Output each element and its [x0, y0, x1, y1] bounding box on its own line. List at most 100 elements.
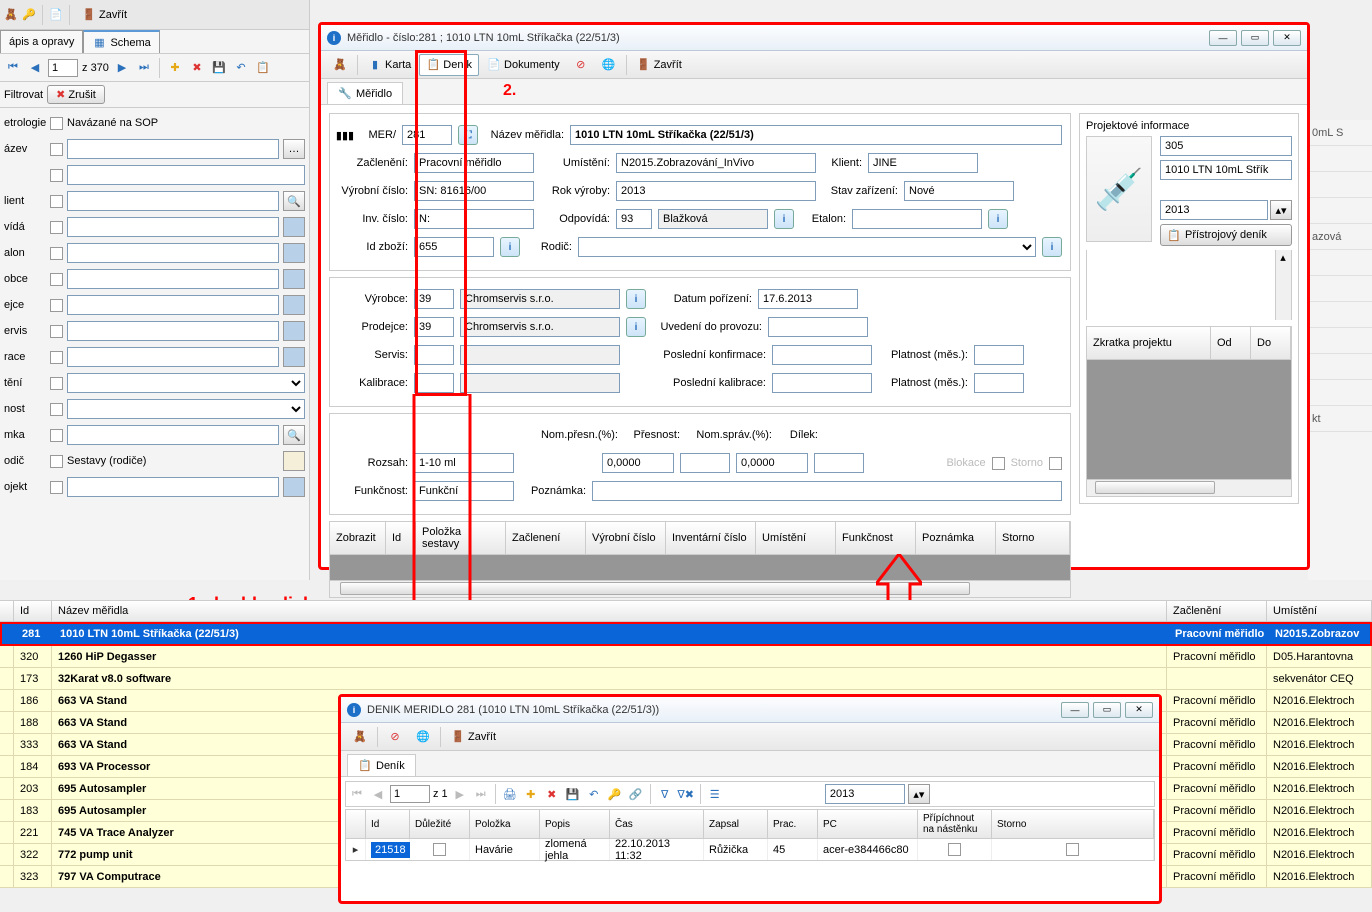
parent-select[interactable]: [578, 237, 1036, 257]
chk-calib[interactable]: [50, 351, 63, 364]
nav-prev-icon[interactable]: ◀: [26, 59, 44, 77]
chk-mfr[interactable]: [50, 273, 63, 286]
valid2-input[interactable]: [974, 373, 1024, 393]
state-input[interactable]: [904, 181, 1014, 201]
input-client[interactable]: [67, 191, 279, 211]
add-icon[interactable]: ✚: [522, 785, 540, 803]
key-icon[interactable]: 🔑: [606, 785, 624, 803]
save-icon[interactable]: 💾: [210, 59, 228, 77]
parent-info-button[interactable]: i: [1042, 237, 1062, 257]
col-cas[interactable]: Čas: [610, 810, 704, 838]
col-do[interactable]: Do: [1251, 327, 1291, 359]
close-button[interactable]: 🚪Zavřít: [631, 55, 688, 75]
col-zobrazit[interactable]: Zobrazit: [330, 522, 386, 554]
col-funkc[interactable]: Funkčnost: [836, 522, 916, 554]
close-button[interactable]: 🚪 Zavřít: [76, 5, 133, 25]
nav-last-icon[interactable]: ⏭: [472, 785, 490, 803]
cancel-filter-button[interactable]: ✖Zrušit: [47, 85, 105, 104]
part-input[interactable]: [814, 453, 864, 473]
denik-grid-row[interactable]: ▸ 21518 Havárie zlomená jehla 22.10.2013…: [345, 839, 1155, 861]
browse-note-button[interactable]: 🔍: [283, 425, 305, 445]
del-button[interactable]: ⊘: [382, 727, 408, 747]
client-input[interactable]: [868, 153, 978, 173]
subtab-meridlo[interactable]: 🔧Měřidlo: [327, 82, 403, 104]
seller-id-input[interactable]: [414, 317, 454, 337]
chk-etalon[interactable]: [50, 247, 63, 260]
table-row[interactable]: 17332Karat v8.0 softwaresekvenátor CEQ: [0, 668, 1372, 690]
input-seller[interactable]: [67, 295, 279, 315]
chk-service[interactable]: [50, 325, 63, 338]
meridlo-titlebar[interactable]: i Měřidlo - číslo:281 ; 1010 LTN 10mL St…: [321, 25, 1307, 51]
minimize-button[interactable]: —: [1209, 30, 1237, 46]
input-project[interactable]: [67, 477, 279, 497]
col-pozn[interactable]: Poznámka: [916, 522, 996, 554]
expand-button[interactable]: ⛶: [458, 125, 478, 145]
chk-func[interactable]: [50, 403, 63, 416]
mfr-info-button[interactable]: i: [626, 289, 646, 309]
chk-navsop[interactable]: [50, 117, 63, 130]
denik-tab[interactable]: 📋Deník: [419, 54, 479, 76]
etalon-info-button[interactable]: i: [988, 209, 1008, 229]
denik-titlebar[interactable]: i DENIK MERIDLO 281 (1010 LTN 10mL Střík…: [341, 697, 1159, 723]
col-zacl[interactable]: Začlenení: [506, 522, 586, 554]
vscrollbar[interactable]: ▴: [1275, 250, 1291, 320]
table-row[interactable]: 2811010 LTN 10mL Stříkačka (22/51/3)Prac…: [0, 622, 1372, 646]
copy-icon[interactable]: 📋: [254, 59, 272, 77]
cell-storno[interactable]: [992, 839, 1154, 860]
nav-first-icon[interactable]: ⏮: [348, 785, 366, 803]
filter-icon[interactable]: ∇: [656, 785, 674, 803]
col-pin[interactable]: Přípíchnout na nástěnku: [918, 810, 992, 838]
seller-info-button[interactable]: i: [626, 317, 646, 337]
nav-page-input[interactable]: [48, 59, 78, 77]
globe-button[interactable]: 🌐: [596, 55, 622, 75]
undo-icon[interactable]: ↶: [232, 59, 250, 77]
nav-first-icon[interactable]: ⏮: [4, 59, 22, 77]
block-checkbox[interactable]: [992, 457, 1005, 470]
col-vyrcislo[interactable]: Výrobní číslo: [586, 522, 666, 554]
year-spinner[interactable]: ▴▾: [1270, 200, 1292, 220]
list-icon[interactable]: ☰: [706, 785, 724, 803]
nav-next-icon[interactable]: ▶: [451, 785, 469, 803]
service-id-input[interactable]: [414, 345, 454, 365]
mer-input[interactable]: [402, 125, 452, 145]
print-icon[interactable]: 🖨: [501, 785, 519, 803]
chk-project[interactable]: [50, 481, 63, 494]
calib-id-input[interactable]: [414, 373, 454, 393]
maximize-button[interactable]: ▭: [1241, 30, 1269, 46]
bear-icon[interactable]: 🧸: [4, 8, 18, 22]
storno-checkbox[interactable]: [1049, 457, 1062, 470]
color-vida[interactable]: [283, 217, 305, 237]
col-storno[interactable]: Storno: [996, 522, 1070, 554]
col-pc[interactable]: PC: [818, 810, 918, 838]
etalon-input[interactable]: [852, 209, 982, 229]
bear-button[interactable]: 🧸: [327, 55, 353, 75]
col-name[interactable]: Název měřidla: [52, 601, 1167, 621]
select-func[interactable]: [67, 399, 305, 419]
proj-year-input[interactable]: [1160, 200, 1268, 220]
col-incl[interactable]: Začlenění: [1167, 601, 1267, 621]
color-seller[interactable]: [283, 295, 305, 315]
save-icon[interactable]: 💾: [564, 785, 582, 803]
lastconf-input[interactable]: [772, 345, 872, 365]
col-od[interactable]: Od: [1211, 327, 1251, 359]
valid1-input[interactable]: [974, 345, 1024, 365]
serial-input[interactable]: [414, 181, 534, 201]
func-input[interactable]: [414, 481, 514, 501]
col-zkratka[interactable]: Zkratka projektu: [1087, 327, 1211, 359]
year-spinner[interactable]: ▴▾: [908, 784, 930, 804]
incl-input[interactable]: [414, 153, 534, 173]
close-button[interactable]: ✕: [1125, 702, 1153, 718]
link-icon[interactable]: 🔗: [627, 785, 645, 803]
loc-input[interactable]: [616, 153, 816, 173]
close-button[interactable]: 🚪Zavřít: [445, 727, 502, 747]
input-2[interactable]: [67, 165, 305, 185]
col-prac[interactable]: Prac.: [768, 810, 818, 838]
select-loc[interactable]: [67, 373, 305, 393]
name-input[interactable]: [570, 125, 1062, 145]
undo-icon[interactable]: ↶: [585, 785, 603, 803]
color-service[interactable]: [283, 321, 305, 341]
input-service[interactable]: [67, 321, 279, 341]
proj-hscroll[interactable]: [1086, 480, 1292, 497]
input-mfr[interactable]: [67, 269, 279, 289]
browse-name-button[interactable]: …: [283, 139, 305, 159]
